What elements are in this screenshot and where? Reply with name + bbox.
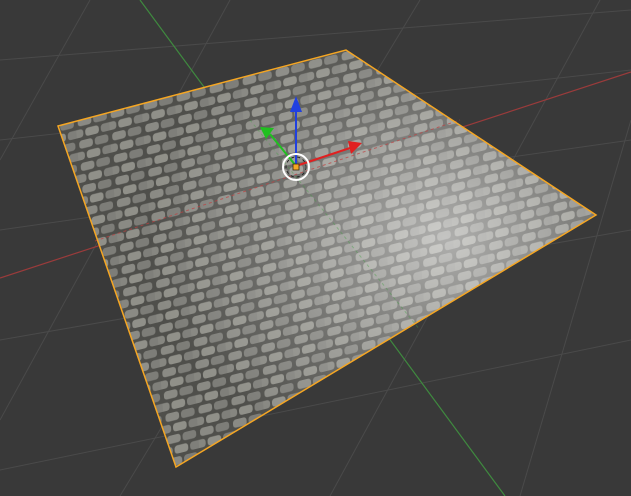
viewport-canvas[interactable] (0, 0, 631, 496)
plane-object[interactable] (57, 49, 598, 469)
plane-highlight (58, 50, 596, 467)
3d-viewport[interactable] (0, 0, 631, 496)
object-origin-icon[interactable] (292, 163, 300, 171)
